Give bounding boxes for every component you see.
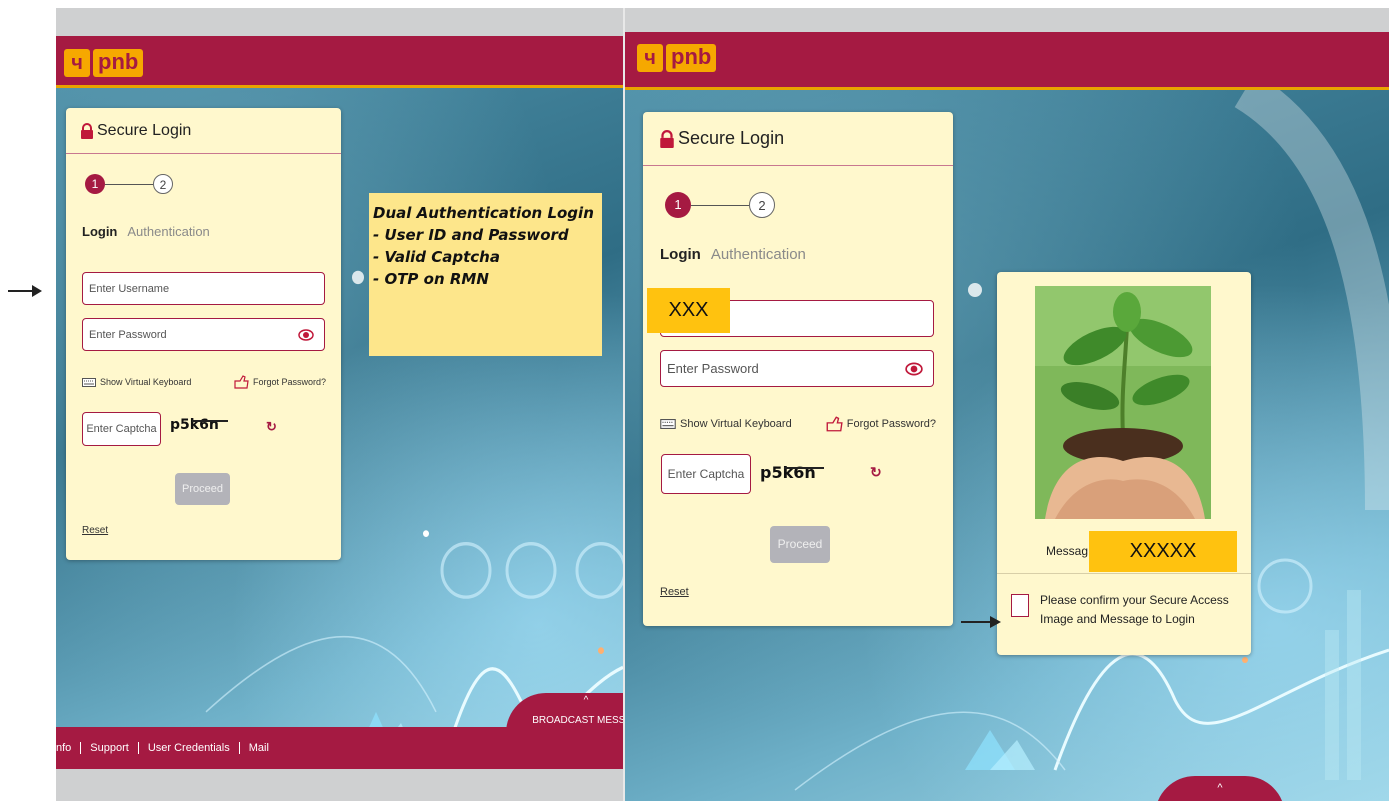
- header-bar: ч pnb: [56, 36, 623, 88]
- keyboard-icon: [82, 377, 96, 387]
- step-labels: Login Authentication: [82, 224, 210, 239]
- login-card: Secure Login 1 2 Login Authentication En…: [66, 108, 341, 560]
- tab-authentication[interactable]: Authentication: [711, 246, 806, 263]
- proceed-button[interactable]: Proceed: [770, 526, 830, 563]
- step-connector: [691, 204, 749, 206]
- secure-message-row: Messag XXXXX: [997, 526, 1251, 574]
- card-header: Secure Login: [643, 112, 953, 166]
- captcha-placeholder: Enter Captcha: [86, 423, 157, 435]
- pointer-arrow-icon: [961, 616, 1001, 628]
- username-placeholder: Enter Username: [89, 282, 170, 295]
- captcha-noise-line: [192, 420, 228, 422]
- step-1: 1: [85, 174, 105, 194]
- forgot-password-label: Forgot Password?: [252, 377, 326, 387]
- forgot-password-link[interactable]: Forgot Password?: [233, 375, 326, 389]
- confirm-label: Please confirm your Secure Access Image …: [1040, 593, 1229, 626]
- virtual-keyboard-label: Show Virtual Keyboard: [100, 377, 192, 387]
- username-input[interactable]: Enter Username: [82, 272, 325, 305]
- forgot-password-label: Forgot Password?: [846, 418, 936, 430]
- redacted-secure-message: XXXXX: [1089, 531, 1237, 572]
- virtual-keyboard-label: Show Virtual Keyboard: [680, 418, 792, 430]
- reset-link[interactable]: Reset: [82, 525, 108, 536]
- eye-icon[interactable]: [298, 328, 314, 341]
- captcha-placeholder: Enter Captcha: [667, 467, 745, 481]
- captcha-input[interactable]: Enter Captcha: [82, 412, 161, 446]
- pnb-logo[interactable]: ч pnb: [637, 44, 717, 72]
- virtual-keyboard-link[interactable]: Show Virtual Keyboard: [660, 416, 792, 432]
- annotation-line: - Valid Captcha: [373, 248, 500, 266]
- tab-login[interactable]: Login: [82, 224, 117, 239]
- page-title: Secure Login: [678, 128, 785, 148]
- pointer-arrow-icon: [8, 285, 42, 297]
- secure-message-label: Messag: [1046, 544, 1089, 558]
- logo-mark-icon: ч: [637, 44, 663, 72]
- footer-link-support[interactable]: Support: [81, 742, 139, 754]
- eye-icon[interactable]: [905, 362, 923, 376]
- lock-icon: [660, 129, 674, 148]
- refresh-captcha-icon[interactable]: ↻: [266, 419, 277, 435]
- login-stepper: 1 2: [665, 192, 775, 218]
- footer-nav: nfo Support User Credentials Mail: [56, 727, 623, 769]
- redacted-username: XXX: [647, 288, 730, 333]
- page-title: Secure Login: [97, 121, 192, 139]
- secure-access-popup: Messag XXXXX Please confirm your Secure …: [997, 272, 1251, 655]
- pointing-hand-icon: [234, 375, 249, 389]
- helper-links: Show Virtual Keyboard Forgot Password?: [660, 416, 936, 432]
- forgot-password-link[interactable]: Forgot Password?: [825, 416, 936, 432]
- captcha-input[interactable]: Enter Captcha: [661, 454, 751, 494]
- logo-mark-icon: ч: [64, 49, 90, 77]
- header-bar: ч pnb: [625, 32, 1389, 90]
- login-stepper: 1 2: [85, 174, 173, 194]
- footer-link-mail[interactable]: Mail: [240, 742, 278, 754]
- refresh-captcha-icon[interactable]: ↻: [870, 464, 882, 481]
- lock-icon: [81, 122, 93, 139]
- caret-up-icon: ^: [1217, 782, 1223, 794]
- annotation-note: Dual Authentication Login - User ID and …: [369, 193, 602, 356]
- card-header: Secure Login: [66, 108, 341, 154]
- pnb-logo[interactable]: ч pnb: [64, 49, 144, 77]
- reset-link[interactable]: Reset: [660, 586, 689, 598]
- footer-link-user-credentials[interactable]: User Credentials: [139, 742, 240, 754]
- login-card: Secure Login 1 2 Login Authentication En…: [643, 112, 953, 626]
- logo-text: pnb: [666, 44, 717, 72]
- left-screenshot: ч pnb Secure Login 1 2 Login Authenticat…: [56, 8, 623, 801]
- step-2: 2: [749, 192, 775, 218]
- annotation-line: Dual Authentication Login: [373, 204, 594, 222]
- captcha-image: p5k6n: [760, 463, 816, 482]
- proceed-button[interactable]: Proceed: [175, 473, 230, 505]
- right-screenshot: ч pnb Secure Login 1 2 Login Authenticat…: [625, 8, 1389, 801]
- browser-strip: [56, 8, 623, 36]
- step-1: 1: [665, 192, 691, 218]
- captcha-noise-line: [784, 467, 824, 469]
- broadcast-label: BROADCAST MESSAG: [532, 715, 623, 726]
- browser-strip: [625, 8, 1389, 32]
- caret-up-icon: ^: [583, 695, 589, 706]
- logo-text: pnb: [93, 49, 144, 77]
- step-connector: [105, 183, 153, 185]
- step-2: 2: [153, 174, 173, 194]
- confirm-checkbox[interactable]: [1011, 594, 1029, 617]
- step-labels: Login Authentication: [660, 246, 806, 263]
- plant-in-hands-icon: [1035, 286, 1211, 519]
- footer-strip: [56, 769, 623, 801]
- password-placeholder: Enter Password: [667, 361, 759, 376]
- screenshot-comparison: ч pnb Secure Login 1 2 Login Authenticat…: [0, 0, 1389, 801]
- keyboard-icon: [660, 419, 676, 429]
- tab-authentication[interactable]: Authentication: [127, 224, 209, 239]
- password-input[interactable]: Enter Password: [82, 318, 325, 351]
- helper-links: Show Virtual Keyboard Forgot Password?: [82, 375, 326, 389]
- virtual-keyboard-link[interactable]: Show Virtual Keyboard: [82, 375, 191, 389]
- annotation-line: - OTP on RMN: [373, 270, 489, 288]
- pointing-hand-icon: [826, 416, 843, 432]
- annotation-line: - User ID and Password: [373, 226, 569, 244]
- footer-link-info[interactable]: nfo: [56, 742, 82, 754]
- password-placeholder: Enter Password: [89, 328, 167, 341]
- password-input[interactable]: Enter Password: [660, 350, 934, 387]
- tab-login[interactable]: Login: [660, 246, 701, 263]
- secure-access-image: [1035, 286, 1211, 519]
